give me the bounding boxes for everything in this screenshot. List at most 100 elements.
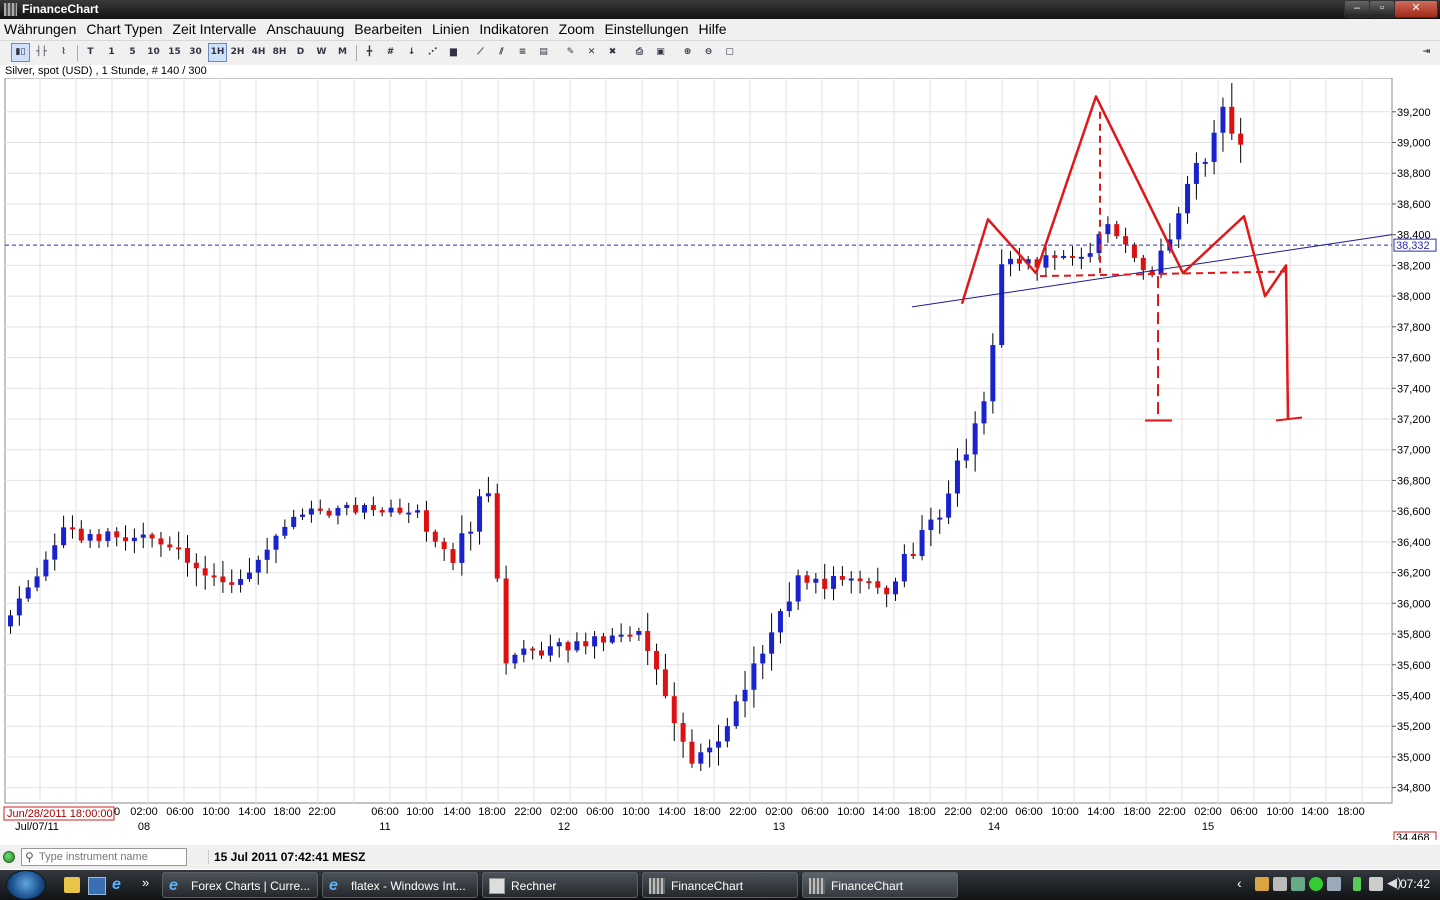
candle-body [255,559,261,573]
print-preview-icon[interactable]: ▣ [652,44,669,61]
x-time-label: 14:00 [238,806,266,818]
candle-body [1193,162,1199,184]
candle-body [689,741,695,764]
menu-indikatoren[interactable]: Indikatoren [474,19,553,40]
pointer-icon[interactable]: ↓ [403,44,420,61]
more-quicklaunch-icon[interactable]: » [142,875,158,891]
candle-body [707,747,713,753]
tray-app-icon[interactable] [1255,877,1269,891]
interval-button-10[interactable]: 10 [145,44,162,61]
chart-area[interactable]: 39,200 39,000 38,800 38,600 38,400 38,200 38,0… [0,77,1440,844]
tray-app-icon[interactable] [1309,877,1323,891]
candle-body [185,547,190,563]
explorer-quicklaunch-icon[interactable] [64,877,80,893]
parallel-lines-icon[interactable]: ≡ [514,44,531,61]
tray-expand-icon[interactable]: ‹ [1237,875,1251,891]
search-icon: ⚲ [25,850,34,864]
x-date-label: Jul/07/11 [15,821,59,833]
trend-line-icon[interactable]: ⟋ [472,44,489,61]
interval-button-4h[interactable]: 4H [250,44,267,61]
candle-body [494,493,500,579]
interval-button-1[interactable]: 1 [103,44,120,61]
close-button[interactable]: ✕ [1394,0,1438,18]
candlestick-chart[interactable]: 39,20039,00038,80038,60038,40038,20038,0… [0,77,1440,844]
menu-bearbeiten[interactable]: Bearbeiten [349,19,427,40]
taskbar-button-financechart[interactable]: FinanceChart [802,872,958,898]
interval-button-15[interactable]: 15 [166,44,183,61]
interval-button-t[interactable]: T [82,44,99,61]
clock[interactable]: 07:42 [1400,877,1430,891]
crosshair-icon[interactable]: ╋ [361,44,378,61]
menu-linien[interactable]: Linien [427,19,474,40]
line-chart-icon[interactable]: ⌇ [55,44,72,61]
menu-zoom[interactable]: Zoom [554,19,600,40]
delete-all-icon[interactable]: ✖ [604,44,621,61]
interval-button-8h[interactable]: 8H [271,44,288,61]
interval-button-w[interactable]: W [313,44,330,61]
candle-body [609,635,615,643]
volume-icon[interactable]: ◀) [1387,875,1401,890]
candle-body [362,505,367,513]
interval-button-2h[interactable]: 2H [229,44,246,61]
instrument-search[interactable]: ⚲ [21,848,187,866]
candle-body [8,615,13,627]
tray-app-icon[interactable] [1291,877,1305,891]
candle-body [202,568,208,576]
network-icon[interactable] [1369,877,1383,891]
menu-anschauung[interactable]: Anschauung [261,19,349,40]
zoom-in-icon[interactable]: ⊕ [679,44,696,61]
panel-toggle-icon[interactable]: ⇥ [1418,44,1435,61]
x-time-label: 22:00 [729,806,757,818]
ie-quicklaunch-icon[interactable]: e [112,877,128,893]
x-time-label: 0 [114,806,120,818]
delete-icon[interactable]: ✕ [583,44,600,61]
taskbar-button-financechart[interactable]: FinanceChart [642,872,798,898]
taskbar-button-rechner[interactable]: Rechner [482,872,638,898]
taskbar-button-forex-charts-curre[interactable]: e Forex Charts | Curre... [162,872,318,898]
candle-body [662,669,668,697]
candle-body [1158,250,1164,275]
grid-icon[interactable]: # [382,44,399,61]
candle-body [716,741,721,748]
pen-icon[interactable]: ✎ [562,44,579,61]
print-icon[interactable]: ⎙ [631,44,648,61]
candle-body [512,654,518,664]
ohlc-bars-icon[interactable]: ┤├ [33,44,50,61]
minimize-button[interactable]: – [1344,0,1370,18]
start-button[interactable] [6,870,46,900]
desktop-quicklaunch-icon[interactable] [88,877,106,895]
menu-chart-typen[interactable]: Chart Typen [81,19,167,40]
cursor-time-label: Jun/28/2011 18:00:00 [7,808,113,820]
instrument-search-input[interactable] [39,849,184,865]
candle-body [822,578,828,589]
interval-button-d[interactable]: D [292,44,309,61]
candle-body [1061,255,1067,258]
tray-app-icon[interactable] [1273,877,1287,891]
tray-app-icon[interactable] [1327,877,1341,891]
interval-button-1h[interactable]: 1H [208,43,227,62]
interval-button-m[interactable]: M [334,44,351,61]
x-time-label: 18:00 [693,806,721,818]
candle-body [87,534,93,541]
taskbar-button-label: Forex Charts | Curre... [191,879,311,893]
fibonacci-icon[interactable]: ▤ [535,44,552,61]
candlestick-icon[interactable]: ▮▯ [11,43,30,62]
taskbar-button-flatex-windows-int[interactable]: e flatex - Windows Int... [322,872,478,898]
candle-body [884,587,890,595]
channel-icon[interactable]: ⫽ [493,44,510,61]
candle-body [468,531,474,534]
menu-währungen[interactable]: Währungen [0,19,81,40]
battery-icon[interactable] [1353,877,1361,891]
financechart-app-icon [4,3,17,16]
interval-button-5[interactable]: 5 [124,44,141,61]
zoom-reset-icon[interactable]: ▢ [721,44,738,61]
histogram-icon[interactable]: ▆ [445,44,462,61]
menu-einstellungen[interactable]: Einstellungen [599,19,693,40]
interval-button-30[interactable]: 30 [187,44,204,61]
dot-plot-icon[interactable]: ⋰ [424,44,441,61]
menu-hilfe[interactable]: Hilfe [694,19,732,40]
maximize-button[interactable]: ▫ [1369,0,1395,18]
candle-body [671,696,677,724]
menu-zeit-intervalle[interactable]: Zeit Intervalle [167,19,261,40]
zoom-out-icon[interactable]: ⊖ [700,44,717,61]
